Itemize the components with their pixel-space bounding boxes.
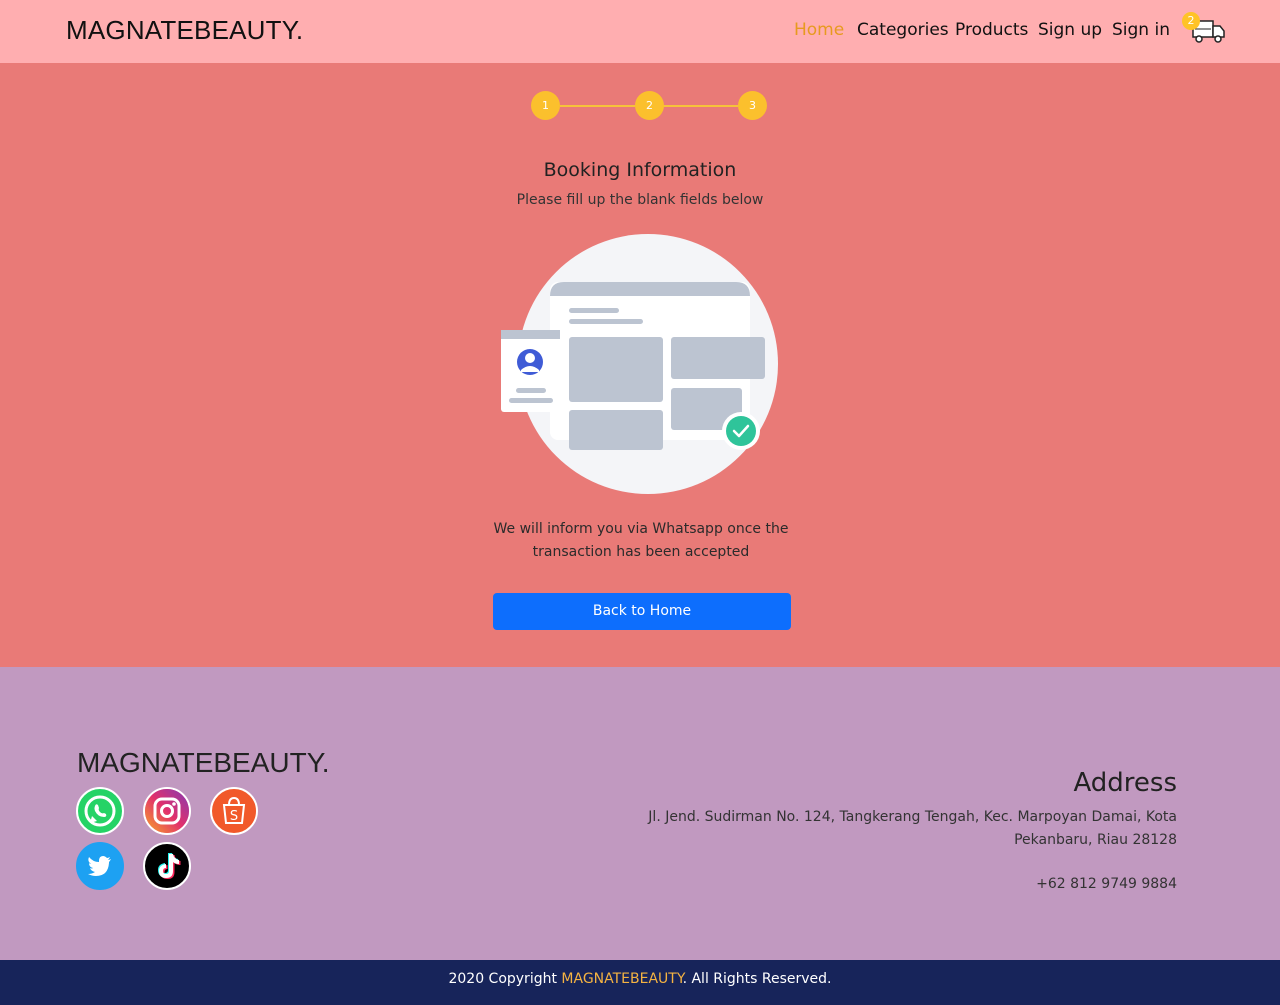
cart-button[interactable]: 2 xyxy=(1182,12,1228,46)
nav-home[interactable]: Home xyxy=(794,20,844,44)
copyright-suffix: . All Rights Reserved. xyxy=(682,971,832,987)
footer-brand: MAGNATEBEAUTY. xyxy=(77,747,330,778)
nav-sign-in[interactable]: Sign in xyxy=(1112,20,1170,44)
step-connector xyxy=(663,105,738,107)
step-3: 3 xyxy=(738,91,767,120)
shopee-icon[interactable]: S xyxy=(210,787,258,835)
twitter-icon[interactable] xyxy=(76,842,124,890)
nav-sign-up[interactable]: Sign up xyxy=(1038,20,1102,44)
address-text: Jl. Jend. Sudirman No. 124, Tangkerang T… xyxy=(637,806,1177,852)
info-line-1: We will inform you via Whatsapp once the xyxy=(493,521,789,537)
step-1: 1 xyxy=(531,91,560,120)
back-to-home-button[interactable]: Back to Home xyxy=(493,593,791,630)
svg-text:S: S xyxy=(230,809,238,824)
info-line-2: transaction has been accepted xyxy=(532,544,750,560)
address-line-1: Jl. Jend. Sudirman No. 124, Tangkerang T… xyxy=(648,809,1177,825)
info-message: We will inform you via Whatsapp once the… xyxy=(480,518,802,564)
copyright-prefix: 2020 Copyright xyxy=(448,971,562,987)
step-connector xyxy=(560,105,635,107)
instagram-icon[interactable] xyxy=(143,787,191,835)
whatsapp-icon[interactable] xyxy=(76,787,124,835)
page-title: Booking Information xyxy=(543,159,737,181)
phone-number: +62 812 9749 9884 xyxy=(1036,876,1177,892)
progress-stepper: 1 2 3 xyxy=(531,91,767,121)
brand-logo[interactable]: MAGNATEBEAUTY. xyxy=(66,15,303,46)
copyright-brand[interactable]: MAGNATEBEAUTY xyxy=(561,971,682,987)
booking-illustration xyxy=(501,234,778,494)
step-2: 2 xyxy=(635,91,664,120)
nav-categories[interactable]: Categories xyxy=(857,20,949,44)
cart-count-badge: 2 xyxy=(1182,12,1200,30)
address-title: Address xyxy=(1073,768,1177,798)
navbar: MAGNATEBEAUTY. Home Categories Products … xyxy=(0,0,1280,63)
footer: MAGNATEBEAUTY. S Address Jl. Jend. Sudir… xyxy=(0,667,1280,960)
copyright-bar: 2020 Copyright MAGNATEBEAUTY. All Rights… xyxy=(0,960,1280,1005)
address-line-2: Pekanbaru, Riau 28128 xyxy=(1014,832,1177,848)
nav-products[interactable]: Products xyxy=(955,20,1028,44)
page-subtitle: Please fill up the blank fields below xyxy=(516,192,764,208)
tiktok-icon[interactable] xyxy=(143,842,191,890)
